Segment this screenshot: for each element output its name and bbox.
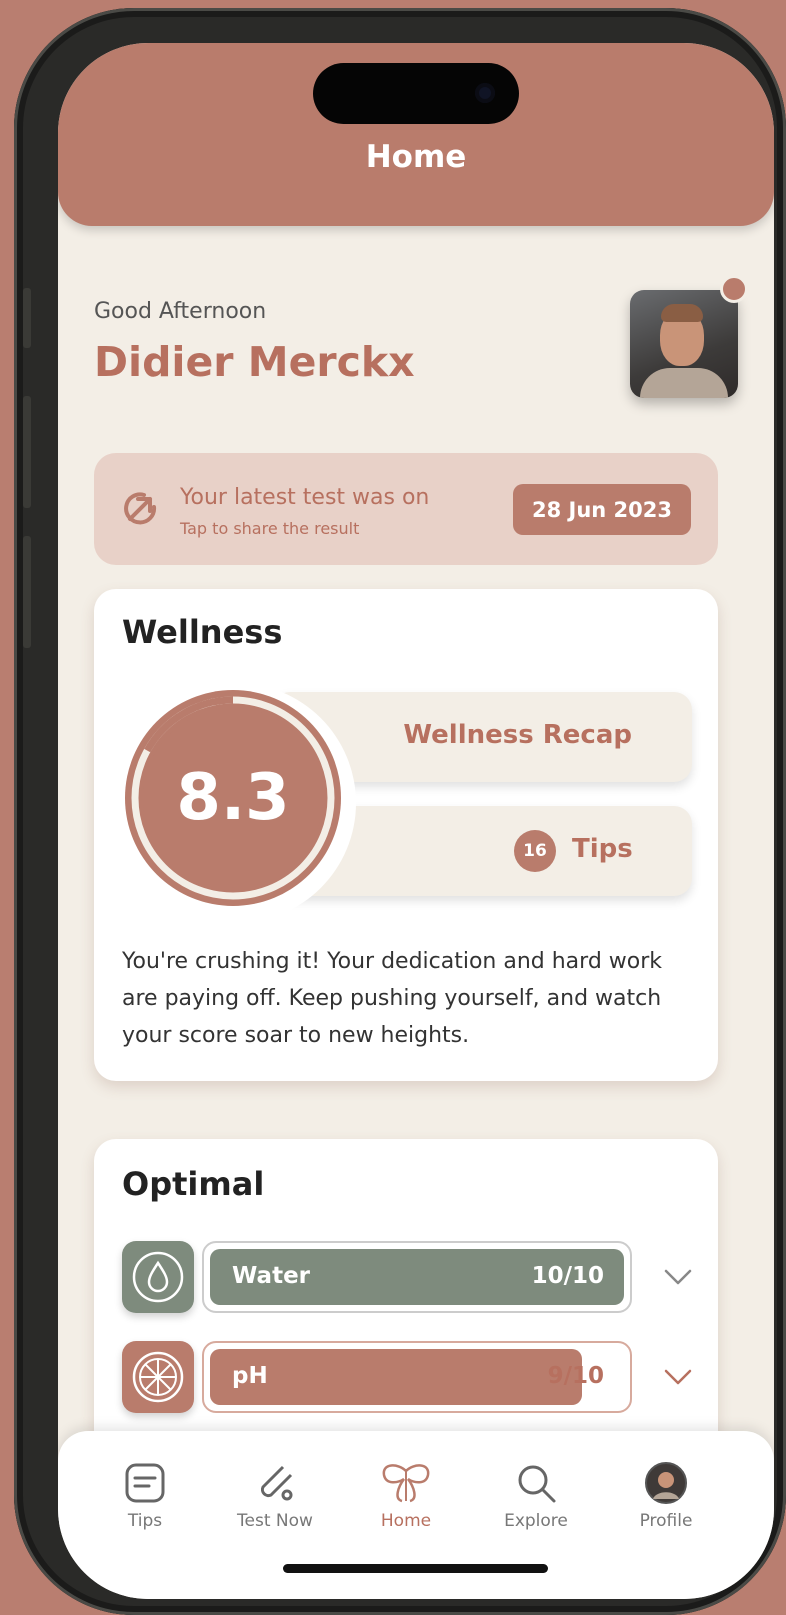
tab-label: Home — [380, 1511, 432, 1531]
wellness-card: Wellness Wellness Recap 16 Tips 8.3 You'… — [94, 589, 718, 1081]
wellness-description: You're crushing it! Your dedication and … — [122, 949, 663, 1048]
tips-count-badge: 16 — [514, 830, 556, 872]
tab-tips[interactable]: Tips — [85, 1461, 205, 1541]
test-tube-icon — [260, 1465, 293, 1501]
latest-test-banner[interactable]: Your latest test was on Tap to share the… — [94, 453, 718, 565]
tab-bar: Tips Test Now Home Explore Profile — [58, 1431, 774, 1599]
tab-profile[interactable]: Profile — [606, 1461, 726, 1541]
side-button-silent — [23, 288, 31, 348]
search-icon — [518, 1465, 556, 1503]
wellness-title: Wellness — [122, 613, 283, 651]
citrus-icon — [122, 1341, 194, 1413]
chevron-down-icon[interactable] — [662, 1265, 694, 1289]
phone-frame: Home Good Afternoon Didier Merckx Your l… — [14, 8, 786, 1615]
tips-label: Tips — [572, 834, 633, 864]
profile-avatar-icon — [645, 1462, 687, 1504]
water-drop-icon — [122, 1241, 194, 1313]
ph-level-bar: pH 9/10 — [202, 1341, 632, 1413]
tab-explore[interactable]: Explore — [476, 1461, 596, 1541]
list-item-ph[interactable]: pH 9/10 — [122, 1341, 694, 1413]
tips-icon — [125, 1463, 165, 1503]
greeting-text: Good Afternoon — [94, 299, 267, 324]
tab-label: Test Now — [237, 1511, 313, 1531]
side-button-volume-down — [23, 536, 31, 648]
avatar[interactable] — [630, 290, 738, 398]
share-arrow-icon — [124, 492, 157, 525]
share-hint: Tap to share the result — [180, 519, 360, 538]
water-label: Water — [232, 1263, 311, 1289]
wellness-score: 8.3 — [176, 761, 290, 835]
screen: Home Good Afternoon Didier Merckx Your l… — [58, 43, 774, 1599]
latest-test-label: Your latest test was on — [180, 485, 430, 510]
tab-test-now[interactable]: Test Now — [215, 1461, 335, 1541]
chevron-down-icon[interactable] — [662, 1365, 694, 1389]
water-level-bar: Water 10/10 — [202, 1241, 632, 1313]
dynamic-island — [313, 63, 519, 124]
wellness-recap-label: Wellness Recap — [403, 720, 632, 750]
ph-score: 9/10 — [547, 1363, 604, 1389]
water-score: 10/10 — [531, 1263, 604, 1289]
test-date-button[interactable]: 28 Jun 2023 — [513, 484, 691, 535]
side-button-volume-up — [23, 396, 31, 508]
butterfly-logo-icon — [382, 1464, 430, 1503]
tab-home[interactable]: Home — [346, 1461, 466, 1541]
ph-label: pH — [232, 1363, 268, 1389]
home-indicator — [283, 1564, 548, 1573]
tab-label: Profile — [639, 1511, 693, 1531]
tab-label: Tips — [127, 1511, 163, 1531]
camera-icon — [475, 83, 495, 103]
user-name: Didier Merckx — [94, 338, 415, 386]
optimal-title: Optimal — [122, 1165, 265, 1203]
app-header: Home — [58, 43, 774, 226]
tab-label: Explore — [504, 1511, 568, 1531]
page-title: Home — [365, 139, 467, 175]
list-item-water[interactable]: Water 10/10 — [122, 1241, 694, 1313]
notification-dot — [720, 275, 748, 303]
